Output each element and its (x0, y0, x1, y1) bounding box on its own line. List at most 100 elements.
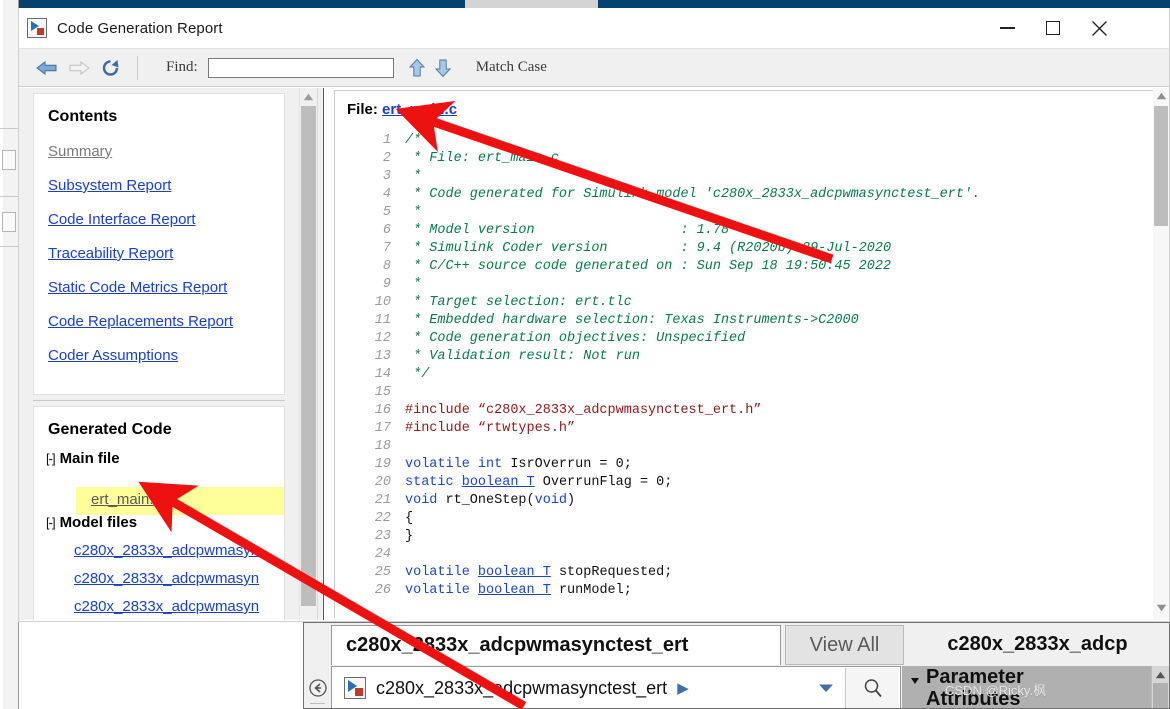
search-input[interactable] (207, 57, 394, 78)
code-line: 25 volatile boolean_T stopRequested; (357, 564, 1153, 582)
code-line: 12 * Code generation objectives: Unspeci… (357, 330, 1153, 348)
find-next-button[interactable] (430, 54, 456, 82)
background-toolbar-button (2, 212, 16, 232)
simulink-tabstrip: c280x_2833x_adcpwmasynctest_ert View All… (304, 623, 1169, 666)
code-text: * Embedded hardware selection: Texas Ins… (405, 312, 859, 330)
toolbar-separator (137, 55, 138, 80)
tree-label-model-files: Model files (59, 514, 138, 531)
parameter-scrollbar-thumb[interactable] (1153, 683, 1168, 708)
file-name-link[interactable]: ert_main.c (382, 101, 457, 118)
code-token: stopRequested; (550, 565, 673, 580)
match-case-label[interactable]: Match Case (476, 59, 547, 76)
sidebar-scrollbar-thumb[interactable] (301, 106, 316, 606)
breadcrumb-dropdown-button[interactable] (808, 667, 844, 708)
scroll-down-button[interactable] (1153, 600, 1169, 616)
list-item[interactable]: c280x_2833x_adcpwmasyn (74, 542, 284, 559)
code-token: * Embedded hardware selection: Texas Ins… (405, 313, 859, 328)
sidebar-item-coder-assumptions[interactable]: Coder Assumptions (48, 347, 284, 364)
sidebar-item-code-replacements-report[interactable]: Code Replacements Report (48, 313, 284, 330)
sidebar-scrollbar[interactable] (299, 88, 317, 620)
collapse-toggle-model-files[interactable]: [-] (46, 515, 56, 530)
code-token: * (405, 205, 422, 220)
code-line: 1 /* (357, 132, 1153, 150)
sidebar-item-traceability-report[interactable]: Traceability Report (48, 245, 284, 262)
find-previous-button[interactable] (404, 54, 430, 82)
maximize-button[interactable] (1030, 8, 1076, 48)
close-icon (1091, 20, 1107, 36)
code-line: 16 #include “c280x_2833x_adcpwmasynctest_… (357, 402, 1153, 420)
scroll-up-icon (1155, 671, 1166, 678)
forward-button[interactable] (63, 53, 95, 83)
type-link[interactable]: boolean_T (478, 565, 551, 580)
list-item[interactable]: c280x_2833x_adcpwmasyn (74, 598, 284, 615)
rail-divider (310, 703, 325, 704)
line-number: 15 (374, 385, 391, 400)
collapse-toggle-main-file[interactable]: [-] (46, 451, 56, 466)
sidebar-item-static-code-metrics-report[interactable]: Static Code Metrics Report (48, 279, 284, 296)
type-link[interactable]: boolean_T (462, 475, 535, 490)
tab-view-all[interactable]: View All (785, 625, 904, 665)
sidebar-item-code-interface-report[interactable]: Code Interface Report (48, 211, 284, 228)
code-text: volatile boolean_T runModel; (405, 582, 632, 600)
refresh-button[interactable] (95, 53, 127, 83)
line-number: 13 (374, 349, 391, 364)
scroll-up-button[interactable] (300, 88, 317, 105)
code-text: */ (405, 366, 429, 384)
breadcrumb-model-name[interactable]: c280x_2833x_adcpwmasynctest_ert (376, 678, 667, 699)
code-text: static boolean_T OverrunFlag = 0; (405, 474, 672, 492)
code-text: * (405, 276, 421, 294)
code-text: * Code generation objectives: Unspecifie… (405, 330, 745, 348)
code-line: 18 (357, 438, 1153, 456)
code-text: * Simulink Coder version : 9.4 (R2020b) … (405, 240, 891, 258)
document-scrollbar[interactable] (1153, 88, 1169, 620)
simulink-right-panel-title: c280x_2833x_adcp (904, 623, 1169, 666)
code-token: * Code generated for Simulink model 'c28… (405, 187, 981, 202)
file-label: File: (347, 101, 378, 118)
code-text: * (405, 168, 421, 186)
contents-title: Contents (48, 108, 118, 125)
back-arrow-icon (36, 60, 57, 75)
background-divider (0, 128, 18, 129)
back-circle-icon[interactable] (308, 678, 328, 698)
list-item[interactable]: c280x_2833x_adcpwmasyn (74, 570, 284, 587)
scroll-up-button[interactable] (1153, 88, 1169, 104)
code-text: #include “rtwtypes.h” (405, 420, 575, 438)
document-scrollbar-thumb[interactable] (1154, 106, 1168, 226)
minimize-button[interactable] (984, 8, 1030, 48)
code-line: 2 * File: ert_main.c (357, 150, 1153, 168)
code-listing: 1/* 2 * File: ert_main.c 3 * 4 * Code gener… (357, 132, 1153, 600)
tab-model[interactable]: c280x_2833x_adcpwmasynctest_ert (331, 625, 781, 665)
selected-file-highlight[interactable]: ert_main.c (76, 487, 284, 515)
chevron-down-icon (819, 684, 833, 692)
line-number: 8 (382, 259, 391, 274)
sidebar-divider (33, 400, 285, 401)
close-button[interactable] (1076, 8, 1122, 48)
chevron-down-icon[interactable] (911, 678, 919, 684)
code-text: void rt_OneStep(void) (405, 492, 575, 510)
type-link[interactable]: boolean_T (478, 583, 551, 598)
code-token: #include “rtwtypes.h” (405, 421, 576, 436)
refresh-icon (102, 59, 119, 76)
line-number: 16 (374, 403, 391, 418)
search-button[interactable] (845, 668, 899, 708)
sidebar-item-summary[interactable]: Summary (48, 143, 284, 160)
scroll-up-button[interactable] (1152, 667, 1169, 682)
parameter-attributes-section[interactable]: Parameter Attributes (902, 666, 1169, 708)
back-button[interactable] (31, 53, 63, 83)
code-text: * File: ert_main.c (405, 150, 559, 168)
line-number: 12 (374, 331, 391, 346)
line-number: 23 (374, 529, 391, 544)
code-text: #include “c280x_2833x_adcpwmasynctest_er… (405, 402, 761, 420)
code-line: 26 volatile boolean_T runModel; (357, 582, 1153, 600)
code-token: /* (405, 133, 422, 148)
file-link-ert-main-c[interactable]: ert_main.c (91, 491, 161, 508)
line-number: 9 (382, 277, 391, 292)
generated-code-title: Generated Code (48, 421, 172, 438)
sidebar-item-subsystem-report[interactable]: Subsystem Report (48, 177, 284, 194)
report-content: Contents Summary Subsystem Report Code I… (19, 88, 1169, 620)
code-token: * (405, 277, 422, 292)
parameter-scrollbar[interactable] (1151, 666, 1169, 708)
simulink-model-icon (27, 18, 47, 38)
chevron-right-icon[interactable]: ▶ (677, 679, 689, 697)
code-line: 13 * Validation result: Not run (357, 348, 1153, 366)
